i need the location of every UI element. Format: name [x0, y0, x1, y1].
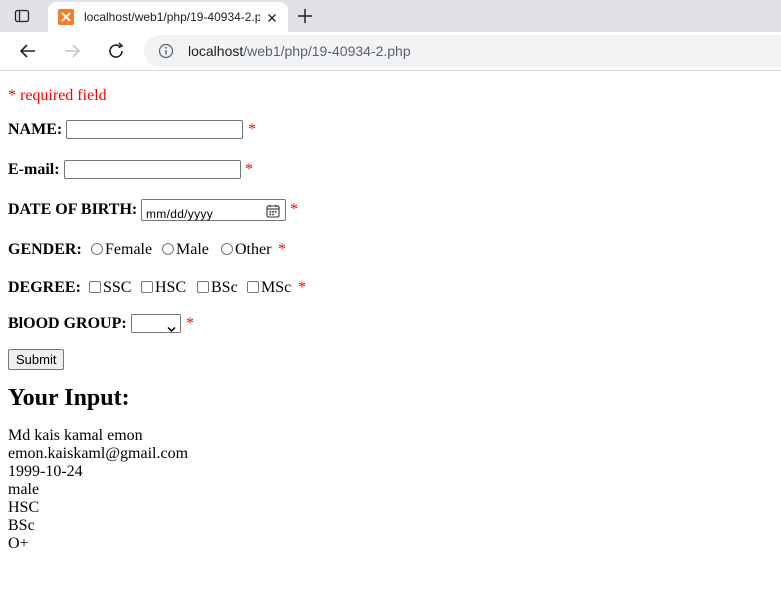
degree-option-ssc[interactable]: SSC: [89, 277, 131, 299]
browser-tab-bar: localhost/web1/php/19-40934-2.php: [0, 0, 781, 32]
email-input[interactable]: [64, 160, 241, 179]
xampp-favicon-icon: [58, 9, 74, 25]
browser-toolbar: localhost/web1/php/19-40934-2.php: [0, 32, 781, 71]
output-heading: Your Input:: [8, 385, 130, 411]
gender-option-male[interactable]: Male: [162, 239, 209, 261]
reload-icon[interactable]: [106, 41, 126, 61]
name-input[interactable]: [66, 120, 243, 139]
gender-option-other[interactable]: Other: [221, 239, 271, 261]
new-tab-icon[interactable]: [296, 7, 314, 25]
close-tab-icon[interactable]: [264, 10, 280, 26]
output-blood-group: O+: [8, 535, 29, 552]
url-path: /web1/php/19-40934-2.php: [243, 43, 411, 59]
blood-group-label: BlOOD GROUP:: [8, 315, 127, 332]
msc-label: MSc: [261, 279, 292, 296]
degree-option-bsc[interactable]: BSc: [197, 277, 238, 299]
address-bar[interactable]: localhost/web1/php/19-40934-2.php: [144, 35, 781, 67]
output-dob: 1999-10-24: [8, 463, 83, 480]
output-email: emon.kaiskaml@gmail.com: [8, 445, 189, 462]
required-field-note: * required field: [8, 87, 107, 104]
gender-row: GENDER: Female Male Other *: [8, 239, 773, 263]
url-text: localhost/web1/php/19-40934-2.php: [188, 43, 411, 59]
dob-row: DATE OF BIRTH: mm/dd/yyyy *: [8, 199, 773, 223]
ssc-checkbox[interactable]: [89, 281, 101, 293]
bsc-checkbox[interactable]: [197, 281, 209, 293]
tab-title: localhost/web1/php/19-40934-2.php: [84, 10, 260, 24]
ssc-label: SSC: [103, 279, 132, 296]
other-radio[interactable]: [221, 243, 233, 255]
dob-required-star: *: [290, 201, 298, 218]
other-label: Other: [235, 241, 272, 258]
degree-row: DEGREE: SSC HSC BSc MSc *: [8, 277, 773, 301]
name-label: NAME:: [8, 121, 63, 138]
email-label: E-mail:: [8, 161, 60, 178]
blood-group-select[interactable]: [131, 314, 181, 333]
gender-label: GENDER:: [8, 241, 82, 258]
email-required-star: *: [245, 161, 253, 178]
page-content: * required field NAME: * E-mail: * DATE …: [8, 71, 773, 553]
degree-option-hsc[interactable]: HSC: [141, 277, 186, 299]
submit-row: Submit: [8, 349, 773, 373]
calendar-icon[interactable]: [266, 203, 280, 218]
back-arrow-icon[interactable]: [18, 41, 38, 61]
output-gender: male: [8, 481, 40, 498]
hsc-checkbox[interactable]: [141, 281, 153, 293]
name-required-star: *: [248, 121, 256, 138]
female-radio[interactable]: [91, 243, 103, 255]
male-radio[interactable]: [162, 243, 174, 255]
output-degree-1: HSC: [8, 499, 40, 516]
gender-required-star: *: [278, 241, 286, 258]
tab-actions-icon[interactable]: [14, 8, 30, 24]
name-row: NAME: *: [8, 119, 773, 143]
dob-input[interactable]: mm/dd/yyyy: [141, 199, 286, 221]
email-row: E-mail: *: [8, 159, 773, 183]
output-list: Md kais kamal emon emon.kaiskaml@gmail.c…: [8, 427, 773, 553]
blood-group-required-star: *: [186, 315, 194, 332]
male-label: Male: [176, 241, 209, 258]
chevron-down-icon: [167, 319, 176, 333]
degree-required-star: *: [298, 279, 306, 296]
gender-option-female[interactable]: Female: [91, 239, 152, 261]
url-host: localhost: [188, 43, 244, 59]
hsc-label: HSC: [155, 279, 187, 296]
msc-checkbox[interactable]: [247, 281, 259, 293]
degree-label: DEGREE:: [8, 279, 81, 296]
dob-placeholder: mm/dd/yyyy: [146, 207, 214, 221]
output-name: Md kais kamal emon: [8, 427, 143, 444]
forward-arrow-icon[interactable]: [62, 41, 82, 61]
degree-option-msc[interactable]: MSc: [247, 277, 291, 299]
site-info-icon[interactable]: [158, 43, 174, 59]
blood-group-row: BlOOD GROUP: *: [8, 313, 773, 337]
browser-tab[interactable]: localhost/web1/php/19-40934-2.php: [48, 2, 288, 32]
bsc-label: BSc: [211, 279, 238, 296]
female-label: Female: [105, 241, 153, 258]
output-degree-2: BSc: [8, 517, 35, 534]
dob-label: DATE OF BIRTH:: [8, 201, 138, 218]
submit-button[interactable]: Submit: [8, 349, 65, 370]
